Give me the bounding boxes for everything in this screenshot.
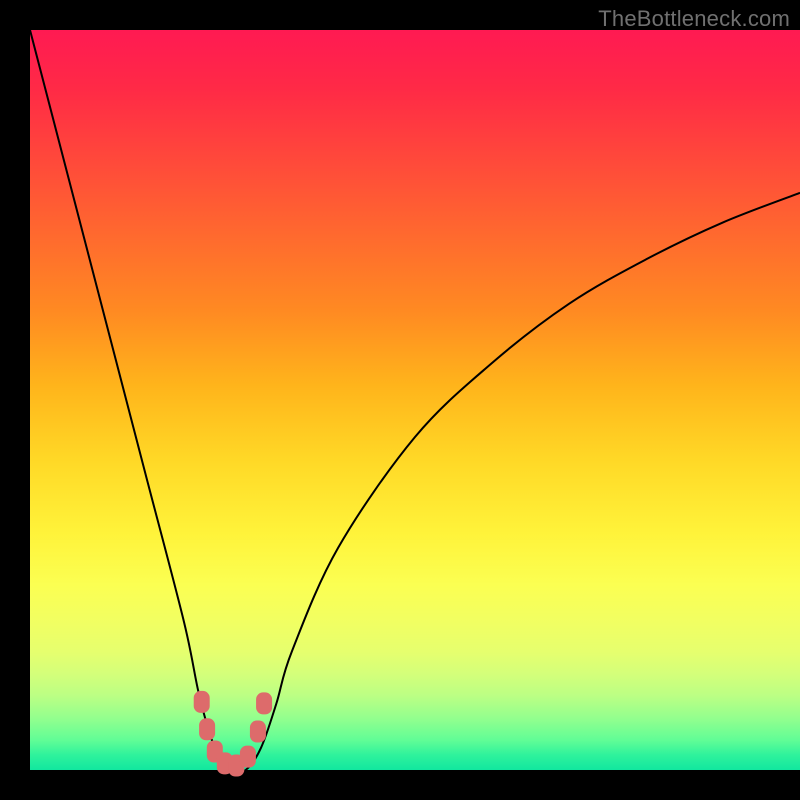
marker-group: [194, 691, 272, 777]
curve-marker: [194, 691, 210, 713]
curve-svg: [30, 30, 800, 770]
curve-marker: [199, 718, 215, 740]
chart-frame: TheBottleneck.com: [0, 0, 800, 800]
curve-marker: [250, 721, 266, 743]
curve-marker: [256, 692, 272, 714]
watermark-text: TheBottleneck.com: [598, 6, 790, 32]
curve-marker: [240, 746, 256, 768]
bottleneck-curve: [30, 30, 800, 773]
